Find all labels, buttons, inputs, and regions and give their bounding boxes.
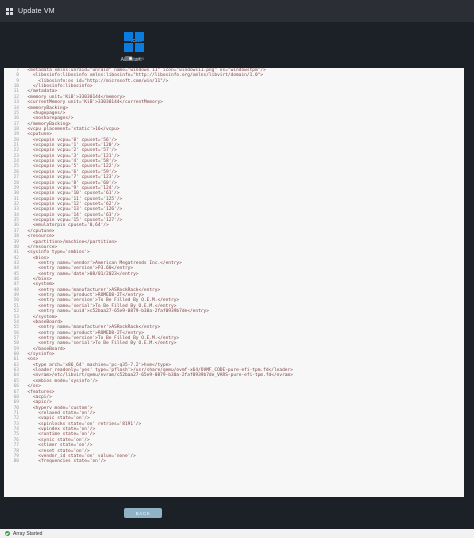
xml-editor[interactable]: 7 <metadata xmlns:unraid="unraid" name="… bbox=[4, 68, 464, 497]
code-line[interactable]: 80 <frequencies state='on'/> bbox=[4, 459, 464, 464]
code-text: <frequencies state='on'/> bbox=[22, 459, 106, 465]
back-button[interactable]: BACK bbox=[124, 508, 162, 518]
autostart-label: Autostart: bbox=[82, 57, 142, 63]
title-bar: Update VM bbox=[0, 0, 474, 22]
windows11-icon[interactable] bbox=[124, 32, 144, 52]
array-status: Array Started bbox=[13, 530, 43, 537]
autostart-value: YES bbox=[136, 56, 145, 61]
check-circle-icon bbox=[5, 531, 10, 536]
line-number: 80 bbox=[13, 459, 19, 465]
action-bar: BACK bbox=[0, 497, 474, 529]
vm-form-header: Icon: Autostart: YES bbox=[0, 22, 474, 68]
autostart-toggle[interactable] bbox=[124, 56, 133, 61]
window-title: Update VM bbox=[18, 7, 55, 15]
vm-window-icon bbox=[6, 7, 13, 15]
status-bar: Array Started bbox=[0, 529, 474, 538]
